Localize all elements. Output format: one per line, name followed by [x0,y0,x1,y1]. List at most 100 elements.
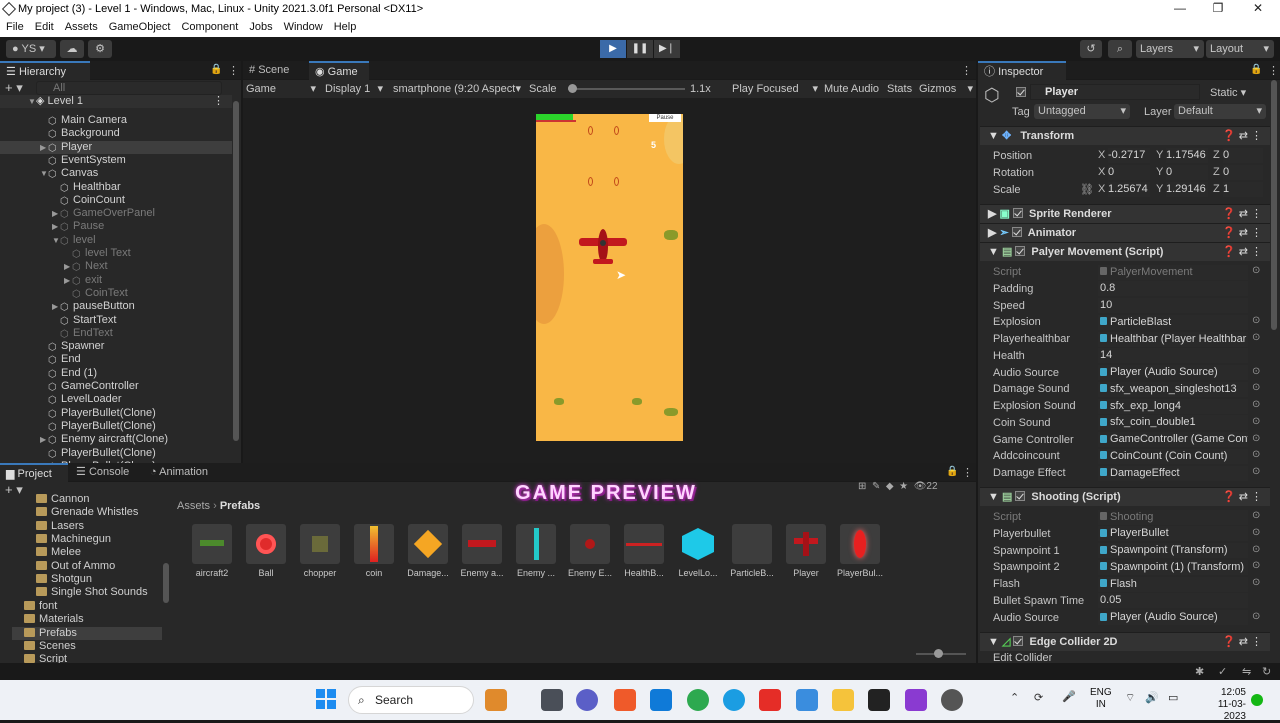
taskbar-search-box[interactable]: ⌕ Search [348,686,474,714]
edge-collider-checkbox[interactable] [1013,636,1024,646]
tab-inspector[interactable]: ⓘ Inspector [978,61,1066,80]
folder-item[interactable]: Out of Ammo [36,560,115,573]
object-picker-icon[interactable]: ⊙ [1252,544,1260,555]
lock-icon[interactable]: 🔒 [210,64,222,75]
system-tray-chevron-icon[interactable]: ⌃ [1010,691,1019,704]
volume-icon[interactable]: 🔊 [1145,691,1159,704]
expand-arrow-icon[interactable]: ▶ [40,433,48,446]
brave-browser-icon[interactable] [614,689,636,711]
mute-audio-toggle[interactable]: Mute Audio [824,80,879,98]
sprite-renderer-checkbox[interactable] [1012,208,1023,218]
hierarchy-item[interactable]: ⬡ CoinCount [0,194,232,207]
status-check-icon[interactable]: ✓ [1218,665,1227,678]
kebab-menu-icon[interactable]: ⋮ [228,64,239,77]
status-bug-icon[interactable]: ✱ [1195,665,1204,678]
object-picker-icon[interactable]: ⊙ [1252,611,1260,622]
shooting-field-value[interactable]: Spawnpoint (Transform) [1098,543,1248,558]
sprite-renderer-header[interactable]: ▶ ▣ Sprite Renderer ❓ ⇄ ⋮ [980,204,1270,223]
layout-dropdown[interactable]: Layout ▾ [1206,40,1274,58]
asset-item[interactable]: ParticleB... [726,524,778,578]
hierarchy-item[interactable]: ⬡ Healthbar [0,181,232,194]
asset-item[interactable]: chopper [294,524,346,578]
movement-script-checkbox[interactable] [1015,246,1026,256]
movement-field-value[interactable]: sfx_weapon_singleshot13 [1098,381,1248,397]
asset-item[interactable]: coin [348,524,400,578]
object-picker-icon[interactable]: ⊙ [1252,449,1260,460]
object-picker-icon[interactable]: ⊙ [1252,416,1260,427]
object-picker-icon[interactable]: ⊙ [1252,332,1260,343]
onedrive-icon[interactable]: ⟳ [1034,691,1043,704]
filter-label-icon[interactable]: ✎ [872,481,880,492]
object-picker-icon[interactable]: ⊙ [1252,527,1260,538]
shooting-field-value[interactable]: Spawnpoint (1) (Transform) [1098,559,1248,575]
add-object-button[interactable]: + ▾ [5,80,23,96]
hierarchy-scrollbar[interactable] [233,101,239,441]
tag-dropdown[interactable]: Untagged ▾ [1034,104,1130,119]
asset-item[interactable]: Player [780,524,832,578]
zoom-slider[interactable] [916,649,966,658]
hierarchy-item[interactable]: ⬡ Main Camera [0,114,232,127]
expand-arrow-icon[interactable]: ▶ [52,207,60,220]
folder-item[interactable]: Grenade Whistles [36,506,138,519]
asset-item[interactable]: Enemy E... [564,524,616,578]
object-picker-icon[interactable]: ⊙ [1252,433,1260,444]
movement-field-value[interactable]: 10 [1098,298,1248,313]
movement-field-value[interactable]: sfx_coin_double1 [1098,415,1248,431]
position-y-field[interactable]: 1.17546 [1166,148,1208,163]
rotation-y-field[interactable]: 0 [1166,165,1208,180]
layers-dropdown[interactable]: Layers ▾ [1136,40,1204,58]
youtube-icon[interactable] [759,689,781,711]
pause-button-ingame[interactable]: Pause [649,114,681,122]
tab-game[interactable]: ◉ Game [309,61,369,80]
position-x-field[interactable]: -0.2717 [1108,148,1150,163]
folder-item[interactable]: Single Shot Sounds [36,586,148,599]
movement-field-value[interactable]: 14 [1098,348,1248,364]
edge-collider-header[interactable]: ▼ ◿ Edge Collider 2D ❓ ⇄ ⋮ [980,632,1270,651]
object-picker-icon[interactable]: ⊙ [1252,560,1260,571]
rotation-z-field[interactable]: 0 [1223,165,1263,180]
cloud-icon[interactable]: ☁ [60,40,84,58]
asset-item[interactable]: Enemy a... [456,524,508,578]
stats-toggle[interactable]: Stats [887,80,912,98]
hierarchy-item[interactable]: ⬡ PlayerBullet(Clone) [0,447,232,460]
object-picker-icon[interactable]: ⊙ [1252,265,1260,276]
hidden-count-icon[interactable]: 👁 [914,481,927,492]
folder-item[interactable]: Prefabs [12,626,162,640]
asset-item[interactable]: Enemy ... [510,524,562,578]
favorite-icon[interactable]: ★ [899,481,908,492]
tag-icon[interactable]: ◆ [886,481,894,492]
asset-item[interactable]: Ball [240,524,292,578]
maximize-icon[interactable]: ❐ [1198,1,1238,18]
hierarchy-item[interactable]: ▶ ⬡ exit [0,274,232,287]
layer-dropdown[interactable]: Default ▾ [1174,104,1266,119]
asset-item[interactable]: aircraft2 [186,524,238,578]
asset-item[interactable]: LevelLo... [672,524,724,578]
tab-console[interactable]: ☰ Console [70,463,142,482]
hierarchy-item[interactable]: ▼⬡ level [0,234,232,247]
folder-item[interactable]: Cannon [36,493,90,506]
menu-gameobject[interactable]: GameObject [103,19,176,33]
notification-dot-icon[interactable] [1251,694,1263,706]
scale-slider-handle[interactable] [568,84,577,93]
position-z-field[interactable]: 0 [1223,148,1263,163]
unity-hub-icon[interactable] [941,689,963,711]
object-picker-icon[interactable]: ⊙ [1252,577,1260,588]
expand-arrow-icon[interactable]: ▶ [52,220,60,233]
folder-item[interactable]: Scenes [12,640,162,653]
close-icon[interactable]: ✕ [1238,1,1278,18]
chrome-icon[interactable] [687,689,709,711]
movement-field-value[interactable]: ParticleBlast [1098,314,1248,330]
folder-item[interactable]: Shotgun [36,573,92,586]
kebab-menu-icon[interactable]: ⋮ [1268,64,1279,77]
movement-field-value[interactable]: DamageEffect [1098,465,1248,481]
inspector-scrollbar[interactable] [1271,80,1277,330]
status-sync-icon[interactable]: ↻ [1262,665,1271,678]
minimize-icon[interactable]: — [1160,1,1200,18]
object-name-field[interactable]: Player [1030,84,1200,100]
step-button[interactable]: ▶❘ [654,40,680,58]
transform-header[interactable]: ▼ ✥ Transform ❓ ⇄ ⋮ [980,126,1270,145]
hierarchy-item[interactable]: ⬡ End (1) [0,367,232,380]
movement-field-value[interactable]: 0.8 [1098,281,1248,297]
menu-jobs[interactable]: Jobs [243,19,277,33]
unity-taskbar-icon[interactable] [868,689,890,711]
